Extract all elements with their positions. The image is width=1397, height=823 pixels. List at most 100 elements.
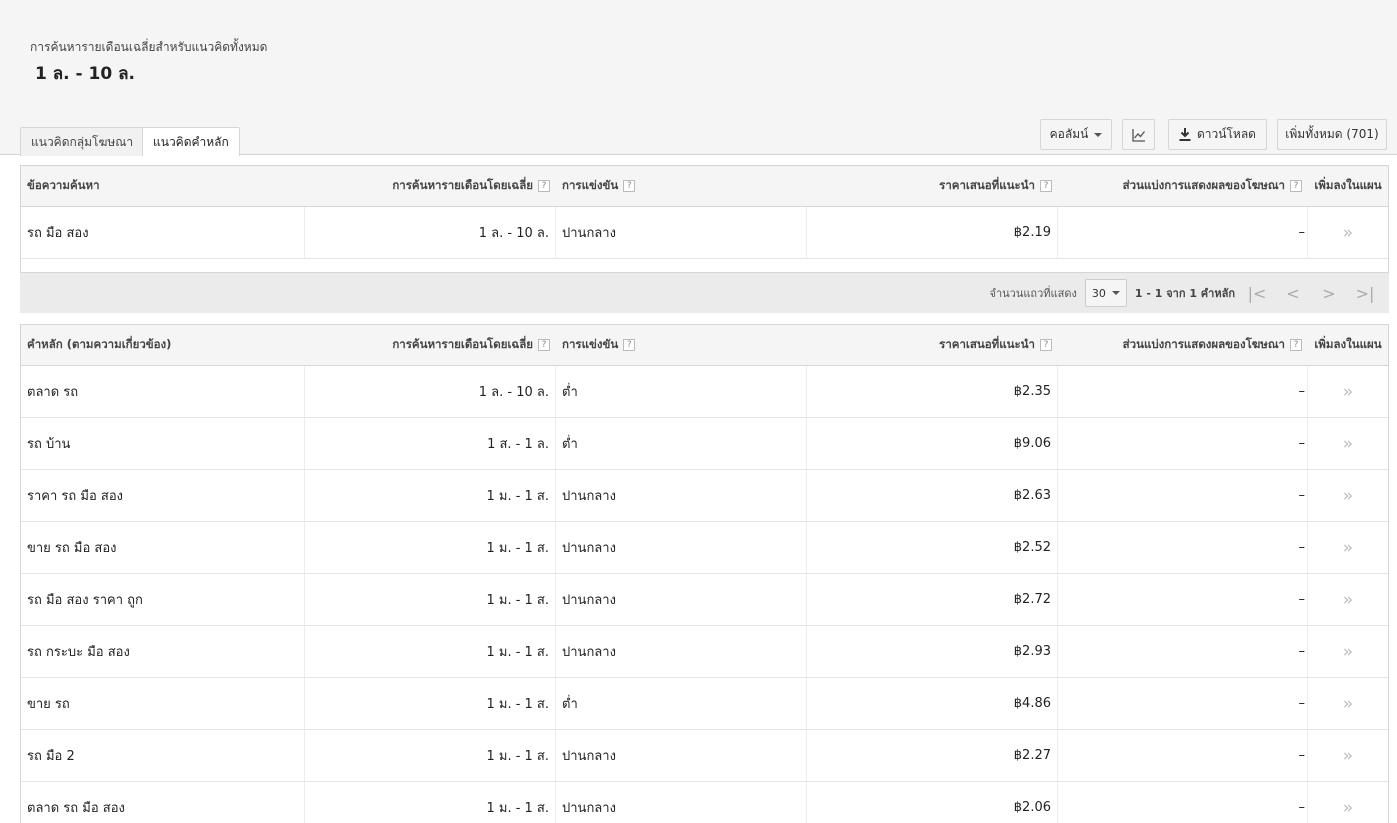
add-to-plan-icon[interactable]: » — [1308, 418, 1388, 469]
header-competition[interactable]: การแข่งขัน? — [556, 166, 807, 206]
columns-button[interactable]: คอลัมน์ — [1040, 119, 1112, 150]
header-add-to-plan: เพิ่มลงในแผน — [1314, 337, 1382, 351]
help-icon[interactable]: ? — [623, 339, 636, 351]
searches-cell: 1 ส. - 1 ล. — [305, 418, 556, 469]
table-row: รถ มือ สอง 1 ล. - 10 ล. ปานกลาง ฿2.19 – … — [21, 207, 1388, 259]
table-row: ตลาด รถ 1 ล. - 10 ล. ต่ำ ฿2.35–» — [21, 366, 1388, 418]
next-page-icon[interactable]: > — [1315, 284, 1343, 303]
help-icon[interactable]: ? — [1040, 339, 1052, 351]
table-row: รถ มือ 21 ม. - 1 ส. ปานกลาง ฿2.27–» — [21, 730, 1388, 782]
keyword-cell: ตลาด รถ — [21, 366, 305, 417]
chart-button[interactable] — [1122, 119, 1155, 150]
caret-down-icon — [1094, 132, 1103, 137]
searches-cell: 1 ม. - 1 ส. — [305, 782, 556, 823]
share-cell: – — [1058, 207, 1308, 258]
line-chart-icon — [1131, 128, 1145, 142]
bid-cell: ฿2.06 — [807, 782, 1058, 823]
download-button[interactable]: ดาวน์โหลด — [1168, 119, 1267, 150]
header-label: การค้นหารายเดือนโดยเฉลี่ย — [392, 178, 533, 192]
help-icon[interactable]: ? — [1290, 339, 1302, 351]
competition-cell: ต่ำ — [556, 366, 807, 417]
help-icon[interactable]: ? — [1290, 180, 1302, 192]
bid-cell: ฿2.63 — [807, 470, 1058, 521]
add-all-button[interactable]: เพิ่มทั้งหมด (701) — [1277, 119, 1387, 150]
keyword-cell: รถ มือ 2 — [21, 730, 305, 781]
prev-page-icon[interactable]: < — [1279, 284, 1307, 303]
share-cell: – — [1058, 522, 1308, 573]
bid-cell: ฿2.52 — [807, 522, 1058, 573]
keyword-cell: รถ กระบะ มือ สอง — [21, 626, 305, 677]
header-label: การแข่งขัน — [562, 337, 619, 351]
searches-cell: 1 ล. - 10 ล. — [305, 207, 556, 258]
download-label: ดาวน์โหลด — [1197, 127, 1256, 141]
share-cell: – — [1058, 418, 1308, 469]
rows-per-page-select[interactable]: 30 — [1084, 279, 1127, 307]
keyword-rows: ตลาด รถ 1 ล. - 10 ล. ต่ำ ฿2.35–» รถ บ้าน 1 ส.… — [21, 366, 1388, 823]
bid-cell: ฿2.19 — [807, 207, 1058, 258]
competition-cell: ปานกลาง — [556, 522, 807, 573]
add-to-plan-icon[interactable]: » — [1308, 730, 1388, 781]
bid-cell: ฿4.86 — [807, 678, 1058, 729]
bid-cell: ฿9.06 — [807, 418, 1058, 469]
header-avg-searches[interactable]: การค้นหารายเดือนโดยเฉลี่ย? — [305, 166, 556, 206]
table-row: ตลาด รถ มือ สอง 1 ม. - 1 ส. ปานกลาง ฿2.06–» — [21, 782, 1388, 823]
share-cell: – — [1058, 366, 1308, 417]
header-keyword[interactable]: คำหลัก (ตามความเกี่ยวข้อง) — [21, 325, 305, 365]
header-label: ส่วนแบ่งการแสดงผลของโฆษณา — [1122, 178, 1285, 192]
header-search-term[interactable]: ข้อความค้นหา — [21, 166, 305, 206]
share-cell: – — [1058, 782, 1308, 823]
download-icon — [1179, 128, 1191, 141]
first-page-icon[interactable]: |< — [1243, 284, 1271, 303]
keyword-ideas-table: คำหลัก (ตามความเกี่ยวข้อง) การค้นหารายเด… — [20, 324, 1389, 823]
help-icon[interactable]: ? — [538, 339, 550, 351]
header-impression-share[interactable]: ส่วนแบ่งการแสดงผลของโฆษณา? — [1058, 166, 1308, 206]
share-cell: – — [1058, 574, 1308, 625]
keyword-cell: รถ บ้าน — [21, 418, 305, 469]
competition-cell: ปานกลาง — [556, 207, 807, 258]
add-to-plan-icon[interactable]: » — [1308, 782, 1388, 823]
add-to-plan-icon[interactable]: » — [1308, 207, 1388, 258]
header-avg-searches[interactable]: การค้นหารายเดือนโดยเฉลี่ย? — [305, 325, 556, 365]
summary-header: การค้นหารายเดือนเฉลี่ยสำหรับแนวคิดทั้งหม… — [0, 0, 1397, 156]
help-icon[interactable]: ? — [538, 180, 550, 192]
add-to-plan-icon[interactable]: » — [1308, 574, 1388, 625]
add-to-plan-icon[interactable]: » — [1308, 626, 1388, 677]
searches-cell: 1 ม. - 1 ส. — [305, 470, 556, 521]
add-to-plan-icon[interactable]: » — [1308, 678, 1388, 729]
share-cell: – — [1058, 626, 1308, 677]
tab-adgroup-ideas[interactable]: แนวคิดกลุ่มโฆษณา — [20, 127, 145, 156]
add-to-plan-icon[interactable]: » — [1308, 470, 1388, 521]
header-label: ส่วนแบ่งการแสดงผลของโฆษณา — [1122, 337, 1285, 351]
help-icon[interactable]: ? — [623, 180, 636, 192]
header-impression-share[interactable]: ส่วนแบ่งการแสดงผลของโฆษณา? — [1058, 325, 1308, 365]
keyword-cell: ขาย รถ มือ สอง — [21, 522, 305, 573]
keyword-cell: รถ มือ สอง — [21, 207, 305, 258]
header-competition[interactable]: การแข่งขัน? — [556, 325, 807, 365]
keyword-cell: รถ มือ สอง ราคา ถูก — [21, 574, 305, 625]
table-row: ราคา รถ มือ สอง 1 ม. - 1 ส. ปานกลาง ฿2.63–» — [21, 470, 1388, 522]
table-header: ข้อความค้นหา การค้นหารายเดือนโดยเฉลี่ย? … — [21, 166, 1388, 207]
search-term-table: ข้อความค้นหา การค้นหารายเดือนโดยเฉลี่ย? … — [20, 165, 1389, 273]
add-to-plan-icon[interactable]: » — [1308, 366, 1388, 417]
share-cell: – — [1058, 470, 1308, 521]
columns-label: คอลัมน์ — [1049, 127, 1089, 141]
header-suggested-bid[interactable]: ราคาเสนอที่แนะนำ? — [807, 325, 1058, 365]
add-to-plan-icon[interactable]: » — [1308, 522, 1388, 573]
competition-cell: ปานกลาง — [556, 626, 807, 677]
bid-cell: ฿2.27 — [807, 730, 1058, 781]
rows-per-page-label: จำนวนแถวที่แสดง — [989, 287, 1077, 300]
header-add-to-plan: เพิ่มลงในแผน — [1314, 178, 1382, 192]
share-cell: – — [1058, 678, 1308, 729]
tab-keyword-ideas[interactable]: แนวคิดคำหลัก — [142, 127, 240, 156]
last-page-icon[interactable]: >| — [1351, 284, 1379, 303]
competition-cell: ปานกลาง — [556, 730, 807, 781]
header-suggested-bid[interactable]: ราคาเสนอที่แนะนำ? — [807, 166, 1058, 206]
competition-cell: ปานกลาง — [556, 470, 807, 521]
bid-cell: ฿2.93 — [807, 626, 1058, 677]
summary-label: การค้นหารายเดือนเฉลี่ยสำหรับแนวคิดทั้งหม… — [30, 40, 268, 54]
competition-cell: ปานกลาง — [556, 574, 807, 625]
table-row: ขาย รถ 1 ม. - 1 ส. ต่ำ ฿4.86–» — [21, 678, 1388, 730]
competition-cell: ต่ำ — [556, 418, 807, 469]
competition-cell: ปานกลาง — [556, 782, 807, 823]
help-icon[interactable]: ? — [1040, 180, 1052, 192]
